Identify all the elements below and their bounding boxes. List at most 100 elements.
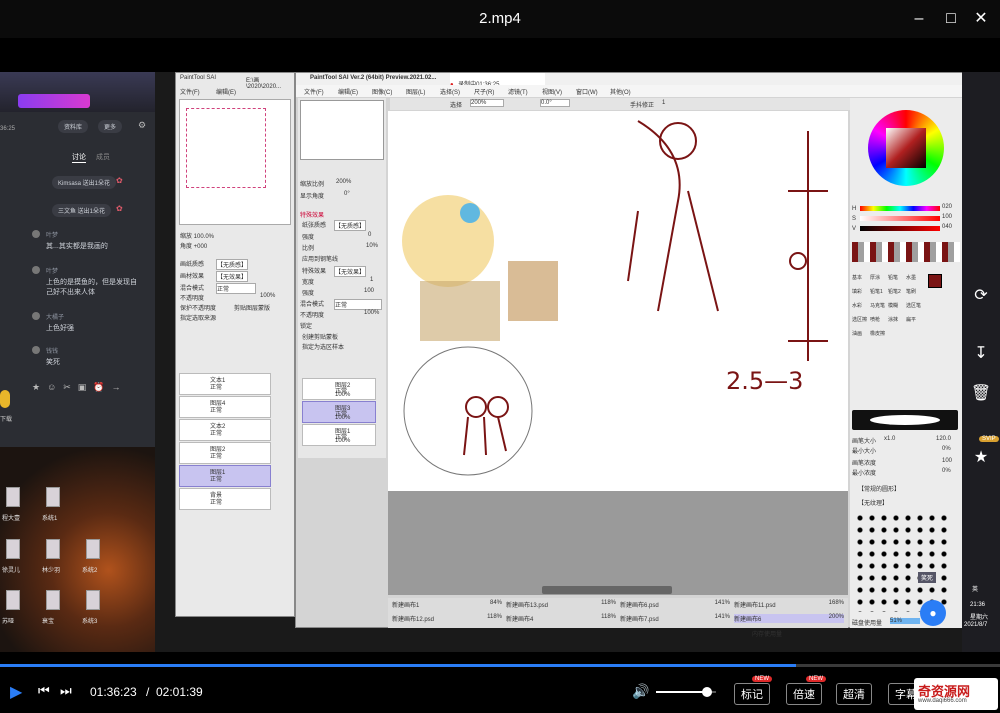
effects-header[interactable]: 特殊效果 xyxy=(300,210,324,219)
tab-discussion[interactable]: 讨论 xyxy=(72,152,86,163)
brush-size-grid[interactable] xyxy=(854,512,950,612)
angle-select[interactable]: 0.0° xyxy=(540,99,570,107)
layer-item[interactable]: 图层1 正常 100% xyxy=(302,424,376,446)
drawing-canvas[interactable]: 2.5—3 xyxy=(388,111,848,491)
tab-members[interactable]: 成员 xyxy=(96,152,110,162)
menu-view[interactable]: 视图(V) xyxy=(542,87,562,96)
brush-size-value[interactable]: 120.0 xyxy=(936,436,951,442)
avatar[interactable] xyxy=(6,590,20,610)
quality-button[interactable]: 超清 xyxy=(836,683,872,705)
min-density-value[interactable]: 0% xyxy=(942,468,951,474)
avatar[interactable] xyxy=(46,590,60,610)
file-tab[interactable]: 新建画布11.psd 168% xyxy=(734,600,844,609)
ratio-value[interactable]: 10% xyxy=(366,243,378,249)
chat-bubble-icon[interactable]: ● xyxy=(920,600,946,626)
layer-item[interactable]: 图层2 正常 100% xyxy=(302,378,376,400)
color-square[interactable] xyxy=(886,128,926,168)
color-wheel[interactable] xyxy=(868,110,944,186)
volume-knob[interactable] xyxy=(702,687,712,697)
delete-icon[interactable]: 🗑 xyxy=(967,380,995,408)
file-tab[interactable]: 新建画布13.psd 118% xyxy=(506,600,616,609)
avatar[interactable] xyxy=(6,487,20,507)
share-icon[interactable]: ⟳ xyxy=(967,282,995,310)
layer-item-selected[interactable]: 图层1 正常 xyxy=(179,465,271,487)
fx-select[interactable]: 【无效果】 xyxy=(216,271,249,282)
menu-edit[interactable]: 编辑(E) xyxy=(338,87,358,96)
horizontal-scrollbar[interactable] xyxy=(542,586,672,594)
menu-select[interactable]: 选择(S) xyxy=(440,87,460,96)
avatar[interactable] xyxy=(86,590,100,610)
primary-color[interactable] xyxy=(928,274,942,288)
download-icon[interactable]: ↧ xyxy=(967,340,995,368)
tool-item[interactable]: 填彩 xyxy=(852,288,870,302)
min-size-value[interactable]: 0% xyxy=(942,446,951,452)
tool-item[interactable]: 扁平 xyxy=(906,316,924,330)
color-swatches[interactable] xyxy=(852,242,960,262)
fx-strength-value[interactable]: 100 xyxy=(364,288,374,294)
layer-item-selected[interactable]: 图层3 正常 100% xyxy=(302,401,376,423)
brush-shape-select[interactable]: 【常规的圆形】 xyxy=(858,484,900,493)
menu-window[interactable]: 窗口(W) xyxy=(576,87,598,96)
mark-button[interactable]: 标记 xyxy=(734,683,770,705)
tool-item[interactable]: 涂抹 xyxy=(888,316,906,330)
file-tab[interactable]: 新建画布12.psd 118% xyxy=(392,614,502,623)
menu-ruler[interactable]: 尺子(R) xyxy=(474,87,494,96)
layer-item[interactable]: 图层2 正常 xyxy=(179,442,271,464)
volume-icon[interactable]: 🔊 xyxy=(632,683,649,700)
volume-slider[interactable] xyxy=(656,687,716,697)
brush-size-mult[interactable]: x1.0 xyxy=(884,436,895,442)
menu-image[interactable]: 图像(C) xyxy=(372,87,392,96)
menu-file[interactable]: 文件(F) xyxy=(304,87,324,96)
tool-item[interactable]: 水彩 xyxy=(852,302,870,316)
play-icon[interactable]: ▶ xyxy=(10,682,22,702)
file-tab-active[interactable]: 新建画布6 200% xyxy=(734,614,844,623)
speed-button[interactable]: 倍速 xyxy=(786,683,822,705)
file-tab[interactable]: 新建画布4 118% xyxy=(506,614,616,623)
previous-icon[interactable]: ⏮ xyxy=(38,683,50,699)
tool-item[interactable]: 铅笔2 xyxy=(888,288,906,302)
layer-item[interactable]: 背景 正常 xyxy=(179,488,271,510)
avatar[interactable] xyxy=(46,487,60,507)
minimize-icon[interactable]: – xyxy=(908,8,930,30)
layer-item[interactable]: 文本2 正常 xyxy=(179,419,271,441)
density-value[interactable]: 100 xyxy=(942,458,952,464)
paper-select[interactable]: 【无质感】 xyxy=(216,259,249,270)
stabilizer-value[interactable]: 1 xyxy=(662,100,665,106)
tool-item[interactable]: 铅笔1 xyxy=(870,288,888,302)
tool-item[interactable]: 橡皮擦 xyxy=(870,330,888,344)
blend-select[interactable]: 正常 xyxy=(216,283,256,294)
file-tab[interactable]: 新建画布1 84% xyxy=(392,600,502,609)
avatar[interactable] xyxy=(46,539,60,559)
next-icon[interactable]: ⏭ xyxy=(60,683,72,699)
file-tab[interactable]: 新建画布6.psd 141% xyxy=(620,600,730,609)
strength-value[interactable]: 0 xyxy=(368,232,371,238)
layer-item[interactable]: 图层4 正常 xyxy=(179,396,271,418)
pin-icon[interactable]: ★ xyxy=(967,444,995,472)
zoom-select[interactable]: 200% xyxy=(470,99,504,107)
fx-select[interactable]: 【无效果】 xyxy=(334,266,367,277)
tool-item[interactable]: 铅笔 xyxy=(888,274,906,288)
maximize-icon[interactable]: □ xyxy=(940,8,962,30)
sat-slider[interactable] xyxy=(860,216,940,221)
paper-select[interactable]: 【无质感】 xyxy=(334,220,367,231)
width-value[interactable]: 1 xyxy=(370,277,373,283)
brush-texture-select[interactable]: 【无纹理】 xyxy=(858,498,888,507)
clip-mask-checkbox[interactable]: 创建剪贴蒙板 xyxy=(302,332,338,341)
tool-item[interactable]: 马克笔 xyxy=(870,302,888,316)
close-icon[interactable]: ✕ xyxy=(970,8,992,30)
avatar[interactable] xyxy=(86,539,100,559)
more-button[interactable]: 更多 xyxy=(98,120,123,133)
apply-to-pen-checkbox[interactable]: 应用到钢笔线 xyxy=(302,254,338,263)
val-value[interactable]: 040 xyxy=(942,224,952,230)
chat-input-toolbar[interactable]: ★☺✂▣⏰→ xyxy=(32,382,128,393)
tool-item[interactable]: 基本 xyxy=(852,274,870,288)
menu-other[interactable]: 其他(O) xyxy=(610,87,631,96)
tool-item[interactable]: 喷枪 xyxy=(870,316,888,330)
tool-item[interactable]: 油画 xyxy=(852,330,870,344)
menu-file[interactable]: 文件(F) xyxy=(180,87,200,96)
video-frame[interactable]: 36:25 资料库 更多 ⚙ 讨论 成员 Kimsasa 送出1朵花 ✿ 三文鱼… xyxy=(0,72,1000,652)
file-tab[interactable]: 新建画布7.psd 141% xyxy=(620,614,730,623)
tool-item[interactable]: 选区擦 xyxy=(852,316,870,330)
blend-select[interactable]: 正常 xyxy=(334,299,382,310)
menu-edit[interactable]: 编辑(E) xyxy=(216,87,236,96)
